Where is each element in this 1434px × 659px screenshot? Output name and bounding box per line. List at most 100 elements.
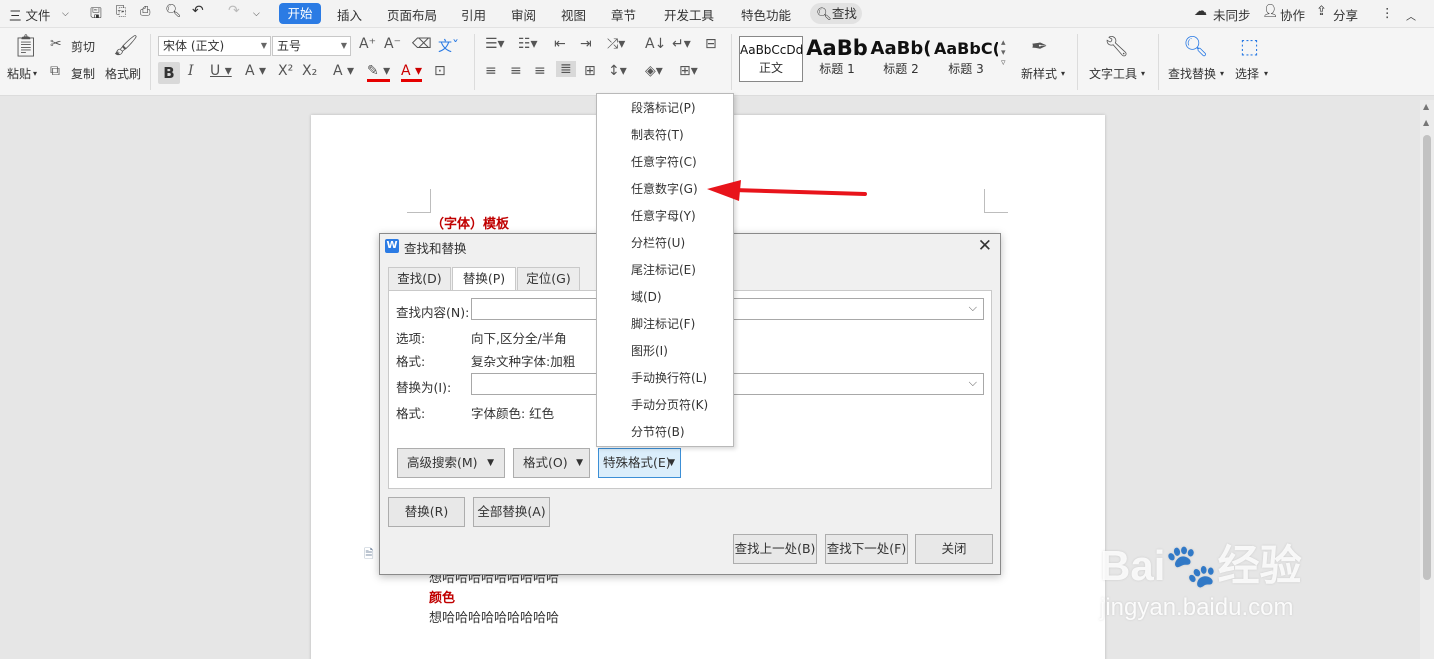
chevron-down-icon[interactable]: ⌵ — [62, 9, 69, 19]
cut-button[interactable]: 剪切 — [71, 38, 95, 55]
new-style-button[interactable]: 新样式 — [1021, 65, 1057, 82]
more-chevron-icon[interactable]: ⌵ — [253, 9, 260, 19]
highlight-button[interactable]: ✎ ▾ — [367, 63, 391, 82]
text-tools-button[interactable]: 文字工具 — [1089, 65, 1137, 82]
tab-view[interactable]: 视图 — [561, 5, 586, 24]
strikethrough-button[interactable]: A ▾ — [245, 63, 266, 79]
menu-item-any-letter[interactable]: 任意字母(Y) — [631, 203, 696, 230]
tab-insert[interactable]: 插入 — [337, 5, 362, 24]
paste-dropdown-icon[interactable]: ▾ — [33, 69, 37, 78]
vertical-scrollbar[interactable]: ▲ ▲ — [1420, 100, 1434, 659]
tab-features[interactable]: 特色功能 — [741, 5, 791, 24]
sync-status[interactable]: 未同步 — [1213, 5, 1251, 24]
collaborate-button[interactable]: 协作 — [1280, 5, 1305, 24]
justify-icon[interactable]: ≣ — [556, 61, 576, 77]
menu-item-footnote-mark[interactable]: 脚注标记(F) — [631, 311, 695, 338]
scroll-up-icon[interactable]: ▲ — [1423, 118, 1429, 127]
chevron-down-icon[interactable]: ▾ — [1141, 69, 1145, 78]
styles-scroll-icon[interactable]: ▴ ▾ ▿ — [1001, 38, 1006, 68]
align-right-icon[interactable]: ≡ — [534, 63, 546, 79]
underline-button[interactable]: U ▾ — [210, 63, 232, 79]
superscript-button[interactable]: X² — [278, 63, 293, 79]
tab-developer[interactable]: 开发工具 — [664, 5, 714, 24]
menu-item-section-break[interactable]: 分节符(B) — [631, 419, 685, 446]
number-list-icon[interactable]: ☷▾ — [518, 36, 538, 52]
style-heading-1[interactable]: AaBb 标题 1 — [805, 36, 869, 82]
tab-chapter[interactable]: 章节 — [611, 5, 636, 24]
style-normal[interactable]: AaBbCcDd 正文 — [739, 36, 803, 82]
save-icon[interactable]: 🖫 — [90, 3, 102, 27]
style-heading-2[interactable]: AaBb( 标题 2 — [869, 36, 933, 82]
show-marks-icon[interactable]: ↵▾ — [672, 36, 691, 52]
tab-start[interactable]: 开始 — [279, 3, 321, 24]
format-button[interactable]: 格式(O) ▼ — [513, 448, 590, 478]
tab-references[interactable]: 引用 — [461, 5, 486, 24]
replace-all-button[interactable]: 全部替换(A) — [473, 497, 550, 527]
font-color-button[interactable]: A ▾ — [401, 63, 423, 82]
select-button[interactable]: 选择 — [1235, 65, 1259, 82]
subscript-button[interactable]: X₂ — [302, 63, 317, 79]
italic-button[interactable]: I — [188, 63, 194, 79]
tab-review[interactable]: 审阅 — [511, 5, 536, 24]
style-heading-3[interactable]: AaBbC( 标题 3 — [934, 36, 998, 82]
tab-page-layout[interactable]: 页面布局 — [387, 5, 437, 24]
menu-item-any-digit[interactable]: 任意数字(G) — [631, 176, 698, 203]
file-menu[interactable]: 三 文件 — [9, 5, 50, 24]
scrollbar-thumb[interactable] — [1423, 135, 1431, 580]
font-size-select[interactable]: 五号 ▼ — [272, 36, 351, 56]
chevron-down-icon[interactable]: ▾ — [1061, 69, 1065, 78]
decrease-indent-icon[interactable]: ⇤ — [554, 36, 566, 52]
scroll-up-icon[interactable]: ▲ — [1423, 102, 1429, 111]
replace-button[interactable]: 替换(R) — [388, 497, 465, 527]
align-center-icon[interactable]: ≡ — [510, 63, 522, 79]
menu-item-endnote-mark[interactable]: 尾注标记(E) — [631, 257, 696, 284]
more-icon[interactable]: ⋮ — [1381, 5, 1394, 20]
search-command[interactable]: 🔍︎查找 — [810, 3, 862, 24]
advanced-search-button[interactable]: 高级搜索(M) ▼ — [397, 448, 505, 478]
phonetic-icon[interactable]: 文ˇ — [438, 36, 459, 56]
menu-item-paragraph-mark[interactable]: 段落标记(P) — [631, 95, 696, 122]
menu-item-manual-page-break[interactable]: 手动分页符(K) — [631, 392, 708, 419]
shading-icon[interactable]: ◈▾ — [645, 63, 663, 79]
find-next-button[interactable]: 查找下一处(F) — [825, 534, 908, 564]
chevron-down-icon[interactable]: ⌵ — [969, 376, 977, 390]
table-icon[interactable]: ⊟ — [705, 36, 717, 52]
grow-font-icon[interactable]: A⁺ — [359, 36, 376, 52]
share-button[interactable]: 分享 — [1333, 5, 1358, 24]
find-replace-button[interactable]: 查找替换 — [1168, 65, 1216, 82]
menu-item-any-char[interactable]: 任意字符(C) — [631, 149, 697, 176]
shrink-font-icon[interactable]: A⁻ — [384, 36, 401, 52]
export-icon[interactable]: ⎘ — [116, 4, 126, 19]
redo-icon[interactable]: ↷ — [228, 3, 240, 19]
increase-indent-icon[interactable]: ⇥ — [580, 36, 592, 52]
find-previous-button[interactable]: 查找上一处(B) — [733, 534, 817, 564]
menu-item-column-break[interactable]: 分栏符(U) — [631, 230, 685, 257]
chevron-down-icon[interactable]: ▾ — [1264, 69, 1268, 78]
sort-icon[interactable]: A↓ — [645, 36, 666, 52]
asian-layout-icon[interactable]: ⤮▾ — [607, 36, 625, 52]
bullet-list-icon[interactable]: ☰▾ — [485, 36, 505, 52]
undo-icon[interactable]: ↶ — [192, 3, 204, 19]
print-icon[interactable]: ⎙ — [140, 4, 150, 19]
tab-find[interactable]: 查找(D) — [388, 267, 451, 290]
menu-item-manual-line-break[interactable]: 手动换行符(L) — [631, 365, 707, 392]
menu-item-tab[interactable]: 制表符(T) — [631, 122, 684, 149]
menu-item-graphic[interactable]: 图形(I) — [631, 338, 668, 365]
tab-goto[interactable]: 定位(G) — [517, 267, 580, 290]
distribute-icon[interactable]: ⊞ — [584, 63, 596, 79]
borders-icon[interactable]: ⊞▾ — [679, 63, 698, 79]
bold-button[interactable]: B — [158, 62, 180, 84]
collapse-ribbon-icon[interactable]: ︿ — [1406, 8, 1416, 23]
font-name-select[interactable]: 宋体 (正文) ▼ — [158, 36, 271, 56]
paste-icon[interactable]: 📋︎ — [12, 34, 40, 59]
char-border-button[interactable]: ⊡ — [434, 63, 446, 79]
tab-replace[interactable]: 替换(P) — [452, 267, 516, 291]
chevron-down-icon[interactable]: ▾ — [1220, 69, 1224, 78]
close-icon[interactable]: ✕ — [978, 236, 992, 256]
copy-button[interactable]: 复制 — [71, 65, 95, 82]
text-effect-button[interactable]: A ▾ — [333, 63, 354, 79]
line-spacing-icon[interactable]: ↕▾ — [608, 63, 627, 79]
close-button[interactable]: 关闭 — [915, 534, 993, 564]
clear-format-icon[interactable]: ⌫ — [412, 36, 432, 52]
special-format-button[interactable]: 特殊格式(E) ▼ — [598, 448, 681, 478]
